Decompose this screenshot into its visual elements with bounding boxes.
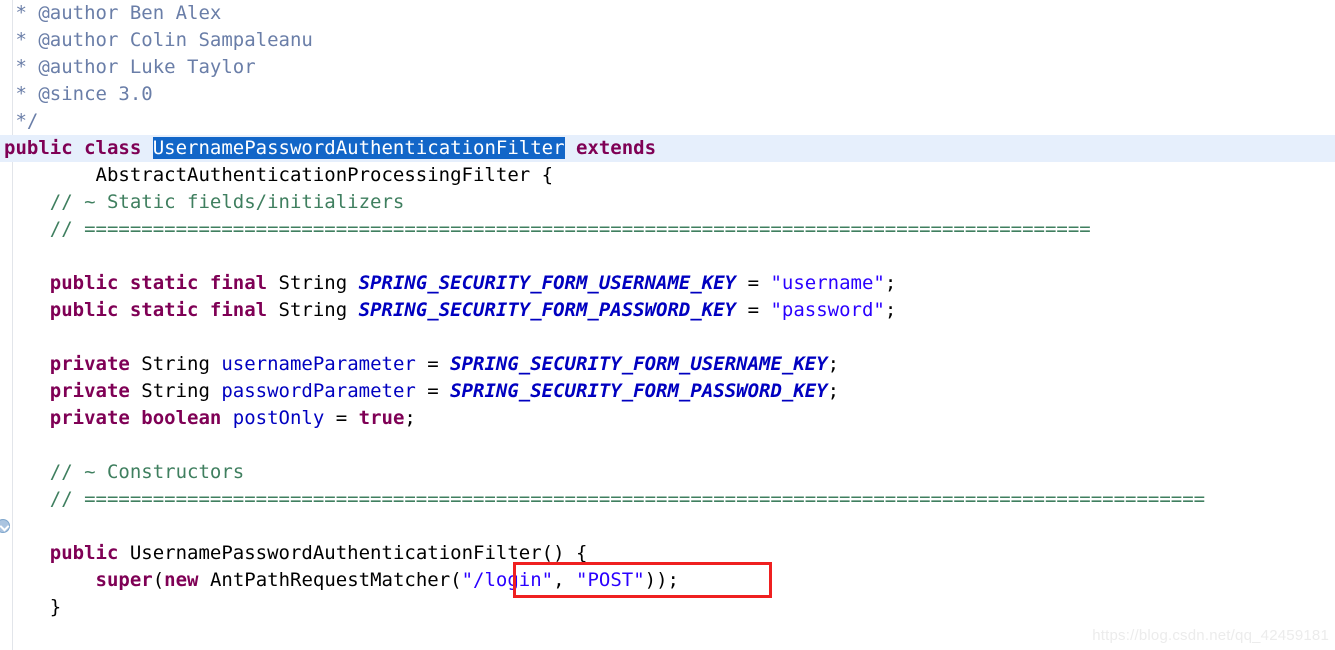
code-token-plain: ; [884, 272, 897, 294]
code-line[interactable]: // ~ Static fields/initializers [0, 189, 1335, 216]
code-line[interactable]: private String usernameParameter = SPRIN… [0, 351, 1335, 378]
code-token-plain: AntPathRequestMatcher( [209, 569, 462, 591]
code-token-javadoc: @since [38, 83, 107, 105]
code-token-plain: = [736, 272, 771, 294]
code-token-keyword: private [49, 353, 142, 375]
code-token-string: "/login" [461, 569, 554, 591]
code-token-plain: ; [827, 353, 840, 375]
code-token-javadoc: * [4, 56, 39, 78]
code-token-type: String [278, 299, 359, 321]
code-token-field: postOnly [232, 407, 325, 429]
code-line[interactable]: private boolean postOnly = true; [0, 405, 1335, 432]
code-line[interactable]: // =====================================… [0, 216, 1335, 243]
code-token-string: "username" [770, 272, 885, 294]
code-line[interactable] [0, 243, 1335, 270]
code-token-javadoc: 3.0 [106, 83, 153, 105]
code-token-type: String [278, 272, 359, 294]
code-token-plain: = [736, 299, 771, 321]
code-token-keyword: public static final [49, 272, 279, 294]
code-token-plain: = [324, 407, 359, 429]
code-token-javadoc: Ben Alex [118, 2, 222, 24]
code-token-const: SPRING_SECURITY_FORM_PASSWORD_KEY [358, 299, 737, 321]
code-line[interactable]: public static final String SPRING_SECURI… [0, 270, 1335, 297]
code-line[interactable]: public static final String SPRING_SECURI… [0, 297, 1335, 324]
code-token-type: String [141, 353, 222, 375]
code-line[interactable]: private String passwordParameter = SPRIN… [0, 378, 1335, 405]
code-token-comment: // ~ Constructors [4, 461, 245, 483]
code-token-comment: // =====================================… [4, 218, 1091, 240]
code-token-plain: AbstractAuthenticationProcessingFilter { [4, 164, 554, 186]
code-token-comment: // ~ Static fields/initializers [4, 191, 405, 213]
code-token-comment: // =====================================… [4, 488, 1206, 510]
code-line[interactable]: } [0, 594, 1335, 621]
code-token-plain: )); [644, 569, 679, 591]
code-content[interactable]: * @author Ben Alex * @author Colin Sampa… [0, 0, 1335, 648]
code-line[interactable]: // =====================================… [0, 486, 1335, 513]
code-line[interactable]: AbstractAuthenticationProcessingFilter { [0, 162, 1335, 189]
code-token-keyword: extends [575, 137, 657, 159]
code-line[interactable]: public UsernamePasswordAuthenticationFil… [0, 540, 1335, 567]
code-line[interactable] [0, 513, 1335, 540]
code-token-string: "password" [770, 299, 885, 321]
code-token-string: "POST" [576, 569, 645, 591]
code-token-plain: UsernamePasswordAuthenticationFilter() { [129, 542, 588, 564]
code-line[interactable]: * @author Luke Taylor [0, 54, 1335, 81]
code-line[interactable]: super(new AntPathRequestMatcher("/login"… [0, 567, 1335, 594]
code-token-javadoc: @author [38, 56, 119, 78]
code-line[interactable]: public class UsernamePasswordAuthenticat… [0, 135, 1335, 162]
code-token-plain: , [553, 569, 577, 591]
code-token-const: SPRING_SECURITY_FORM_PASSWORD_KEY [450, 380, 828, 402]
code-token-javadoc: * [4, 2, 39, 24]
code-token-const: SPRING_SECURITY_FORM_USERNAME_KEY [358, 272, 737, 294]
code-token-plain: ; [404, 407, 416, 429]
code-editor[interactable]: * @author Ben Alex * @author Colin Sampa… [0, 0, 1335, 650]
watermark: https://blog.csdn.net/qq_42459181 [1092, 627, 1329, 644]
code-token-plain: ( [152, 569, 165, 591]
code-line[interactable]: */ [0, 108, 1335, 135]
implements-method-marker[interactable] [0, 519, 10, 533]
code-token-field: passwordParameter [221, 380, 416, 402]
code-line[interactable] [0, 432, 1335, 459]
code-token-plain: } [4, 596, 62, 618]
code-line[interactable]: * @since 3.0 [0, 81, 1335, 108]
code-token-plain: = [415, 353, 451, 375]
code-token-plain: = [415, 380, 451, 402]
code-token-plain: ; [884, 299, 897, 321]
code-token-field: usernameParameter [221, 353, 416, 375]
code-token-keyword: super [95, 569, 153, 591]
code-line[interactable]: * @author Colin Sampaleanu [0, 27, 1335, 54]
code-token-keyword: public class [4, 137, 153, 159]
code-token-keyword: private boolean [49, 407, 233, 429]
code-token-javadoc: Luke Taylor [118, 56, 256, 78]
code-token-javadoc: * [4, 83, 39, 105]
code-token-javadoc: */ [4, 110, 39, 132]
code-token-javadoc: @author [38, 2, 119, 24]
code-token-keyword: public [49, 542, 130, 564]
code-line[interactable]: // ~ Constructors [0, 459, 1335, 486]
code-token-keyword: true [358, 407, 405, 429]
code-token-plain: ; [827, 380, 840, 402]
code-token-keyword: private [49, 380, 142, 402]
code-line[interactable] [0, 324, 1335, 351]
code-token-const: SPRING_SECURITY_FORM_USERNAME_KEY [450, 353, 828, 375]
code-token-selected: UsernamePasswordAuthenticationFilter [152, 137, 565, 159]
code-token-javadoc: @author [38, 29, 119, 51]
code-token-keyword: public static final [49, 299, 279, 321]
code-token-type: String [141, 380, 222, 402]
code-token-javadoc: Colin Sampaleanu [118, 29, 313, 51]
code-token-keyword: new [164, 569, 210, 591]
code-line[interactable]: * @author Ben Alex [0, 0, 1335, 27]
code-token-javadoc: * [4, 29, 39, 51]
